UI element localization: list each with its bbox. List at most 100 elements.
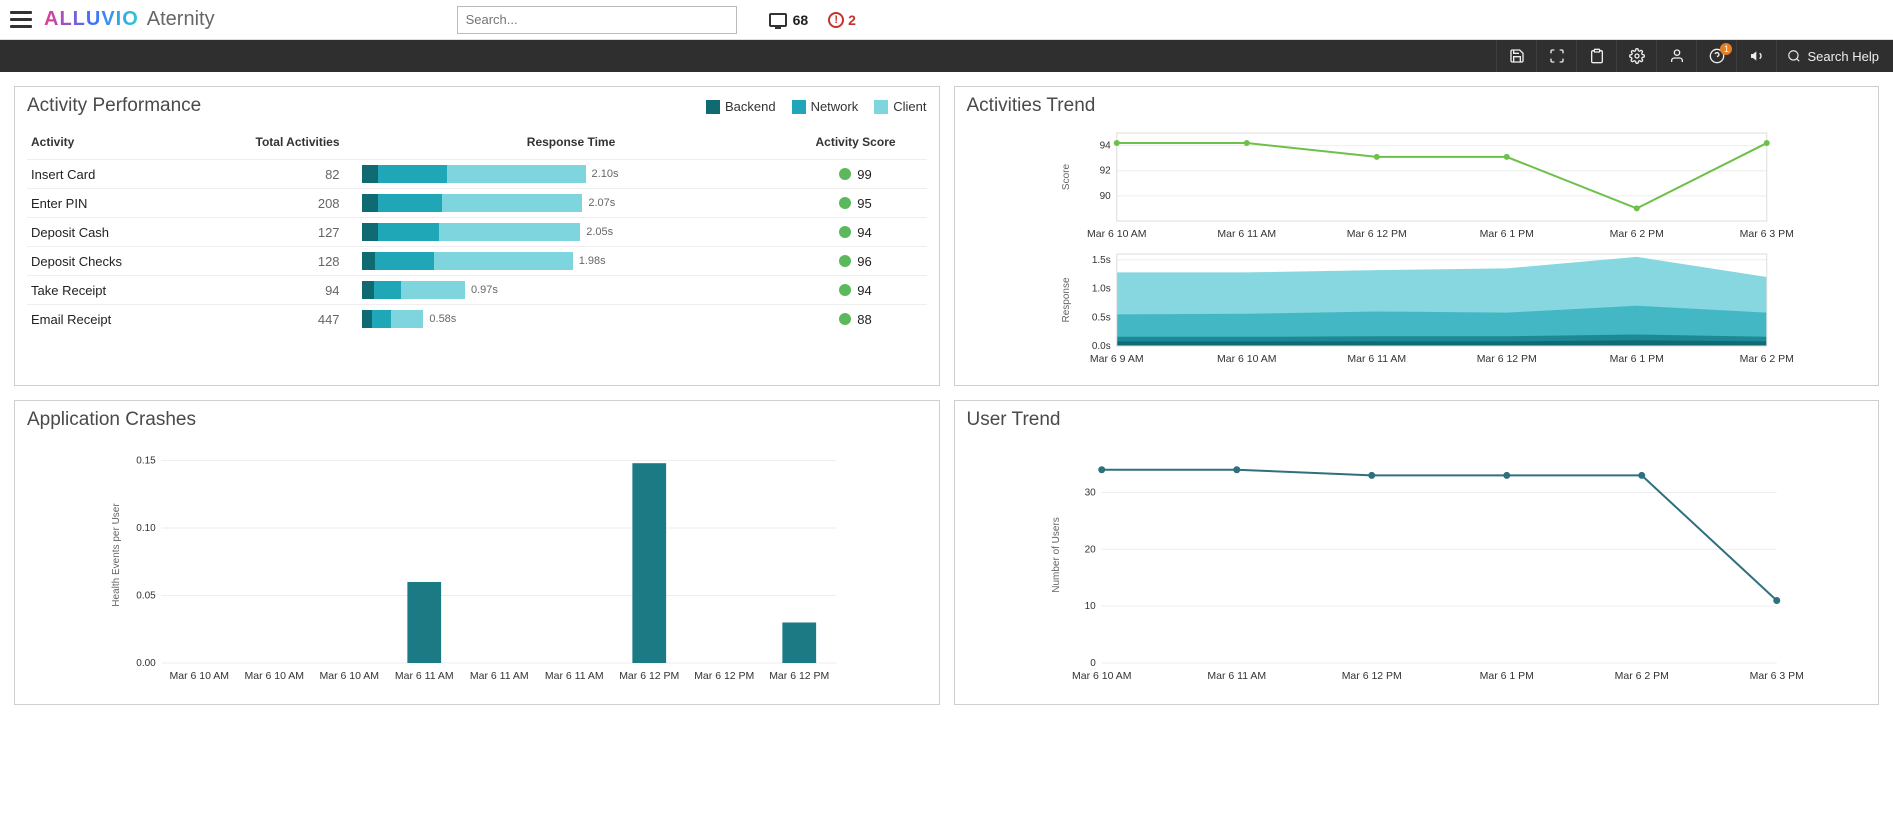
svg-text:Mar 6 10 AM: Mar 6 10 AM [319, 670, 379, 682]
alert-icon: ! [828, 12, 844, 28]
megaphone-icon[interactable] [1736, 40, 1776, 72]
dashboard-grid: Activity Performance Backend Network Cli… [0, 72, 1893, 719]
gear-icon[interactable] [1616, 40, 1656, 72]
table-header: Response Time [358, 129, 785, 160]
alert-indicator[interactable]: ! 2 [828, 12, 856, 28]
device-count: 68 [793, 12, 809, 28]
table-row[interactable]: Email Receipt4470.58s88 [27, 305, 927, 334]
fullscreen-icon[interactable] [1536, 40, 1576, 72]
score-cell: 94 [785, 218, 927, 247]
svg-text:0: 0 [1090, 658, 1096, 669]
svg-text:Mar 6 10 AM: Mar 6 10 AM [1216, 353, 1276, 365]
save-icon[interactable] [1496, 40, 1536, 72]
svg-text:Mar 6 1 PM: Mar 6 1 PM [1609, 353, 1663, 365]
svg-text:Mar 6 12 PM: Mar 6 12 PM [619, 670, 679, 682]
brand-aternity: Aternity [147, 8, 215, 31]
panel-title: Activity Performance [27, 95, 201, 117]
table-header: Total Activities [187, 129, 358, 160]
svg-text:Mar 6 1 PM: Mar 6 1 PM [1479, 670, 1533, 682]
svg-text:92: 92 [1099, 166, 1111, 177]
response-time-cell: 2.10s [358, 160, 785, 189]
response-time-cell: 0.97s [358, 276, 785, 305]
activity-cell: Take Receipt [27, 276, 187, 305]
table-row[interactable]: Insert Card822.10s99 [27, 160, 927, 189]
svg-text:0.15: 0.15 [136, 456, 156, 467]
svg-text:20: 20 [1084, 544, 1096, 555]
chart-users-line: Number of Users0102030Mar 6 10 AMMar 6 1… [967, 437, 1867, 687]
search-help-label: Search Help [1807, 49, 1879, 64]
svg-text:1.5s: 1.5s [1091, 255, 1110, 266]
panel-title: User Trend [967, 409, 1867, 431]
svg-text:0.00: 0.00 [136, 658, 156, 669]
svg-text:90: 90 [1099, 191, 1111, 202]
brand: ALLUVIO Aternity [44, 8, 215, 31]
activity-cell: Email Receipt [27, 305, 187, 334]
svg-text:Mar 6 3 PM: Mar 6 3 PM [1739, 228, 1793, 240]
count-cell: 128 [187, 247, 358, 276]
panel-title: Activities Trend [967, 95, 1867, 117]
user-icon[interactable] [1656, 40, 1696, 72]
count-cell: 447 [187, 305, 358, 334]
svg-text:0.10: 0.10 [136, 523, 156, 534]
svg-text:Mar 6 12 PM: Mar 6 12 PM [694, 670, 754, 682]
activity-cell: Enter PIN [27, 189, 187, 218]
legend: Backend Network Client [706, 99, 927, 114]
score-cell: 99 [785, 160, 927, 189]
help-icon[interactable]: 1 [1696, 40, 1736, 72]
chart-score-line: Score909294Mar 6 10 AMMar 6 11 AMMar 6 1… [967, 123, 1867, 243]
score-cell: 95 [785, 189, 927, 218]
svg-text:Mar 6 11 AM: Mar 6 11 AM [1347, 353, 1406, 365]
chart-crashes-bar: Health Events per User0.000.050.100.15Ma… [27, 437, 927, 687]
svg-text:Mar 6 12 PM: Mar 6 12 PM [1346, 228, 1406, 240]
legend-item: Client [874, 99, 926, 114]
svg-text:Mar 6 12 PM: Mar 6 12 PM [1341, 670, 1401, 682]
table-row[interactable]: Enter PIN2082.07s95 [27, 189, 927, 218]
svg-text:Mar 6 11 AM: Mar 6 11 AM [1217, 228, 1276, 240]
svg-text:Score: Score [1060, 164, 1071, 191]
svg-text:0.0s: 0.0s [1091, 341, 1110, 352]
svg-text:30: 30 [1084, 487, 1096, 498]
panel-user-trend: User Trend Number of Users0102030Mar 6 1… [954, 400, 1880, 705]
panel-activities-trend: Activities Trend Score909294Mar 6 10 AMM… [954, 86, 1880, 386]
status-indicators: 68 ! 2 [769, 12, 856, 28]
score-cell: 88 [785, 305, 927, 334]
table-row[interactable]: Deposit Cash1272.05s94 [27, 218, 927, 247]
hamburger-icon[interactable] [10, 9, 32, 31]
help-badge: 1 [1720, 43, 1732, 55]
svg-text:Mar 6 11 AM: Mar 6 11 AM [395, 670, 454, 682]
search-help-button[interactable]: Search Help [1776, 40, 1889, 72]
svg-text:0.5s: 0.5s [1091, 312, 1110, 323]
brand-alluvio: ALLUVIO [44, 8, 139, 31]
search-input[interactable] [457, 6, 737, 34]
clipboard-icon[interactable] [1576, 40, 1616, 72]
count-cell: 208 [187, 189, 358, 218]
table-row[interactable]: Deposit Checks1281.98s96 [27, 247, 927, 276]
table-header: Activity Score [785, 129, 927, 160]
svg-text:Mar 6 9 AM: Mar 6 9 AM [1089, 353, 1143, 365]
score-cell: 96 [785, 247, 927, 276]
svg-text:Mar 6 2 PM: Mar 6 2 PM [1739, 353, 1793, 365]
panel-activity-performance: Activity Performance Backend Network Cli… [14, 86, 940, 386]
response-time-cell: 0.58s [358, 305, 785, 334]
action-bar: 1 Search Help [0, 40, 1893, 72]
chart-response-area: Response0.0s0.5s1.0s1.5sMar 6 9 AMMar 6 … [967, 248, 1867, 368]
svg-text:Mar 6 2 PM: Mar 6 2 PM [1614, 670, 1668, 682]
svg-text:Mar 6 10 AM: Mar 6 10 AM [1086, 228, 1146, 240]
table-row[interactable]: Take Receipt940.97s94 [27, 276, 927, 305]
svg-text:0.05: 0.05 [136, 591, 156, 602]
topbar: ALLUVIO Aternity 68 ! 2 [0, 0, 1893, 40]
count-cell: 127 [187, 218, 358, 247]
score-cell: 94 [785, 276, 927, 305]
panel-title: Application Crashes [27, 409, 927, 431]
panel-application-crashes: Application Crashes Health Events per Us… [14, 400, 940, 705]
response-time-cell: 2.05s [358, 218, 785, 247]
count-cell: 94 [187, 276, 358, 305]
response-time-cell: 1.98s [358, 247, 785, 276]
alert-count: 2 [848, 12, 856, 28]
search-icon [1787, 49, 1801, 63]
svg-text:Mar 6 2 PM: Mar 6 2 PM [1609, 228, 1663, 240]
table-header: Activity [27, 129, 187, 160]
svg-text:Mar 6 1 PM: Mar 6 1 PM [1479, 228, 1533, 240]
activity-cell: Insert Card [27, 160, 187, 189]
legend-item: Network [792, 99, 859, 114]
